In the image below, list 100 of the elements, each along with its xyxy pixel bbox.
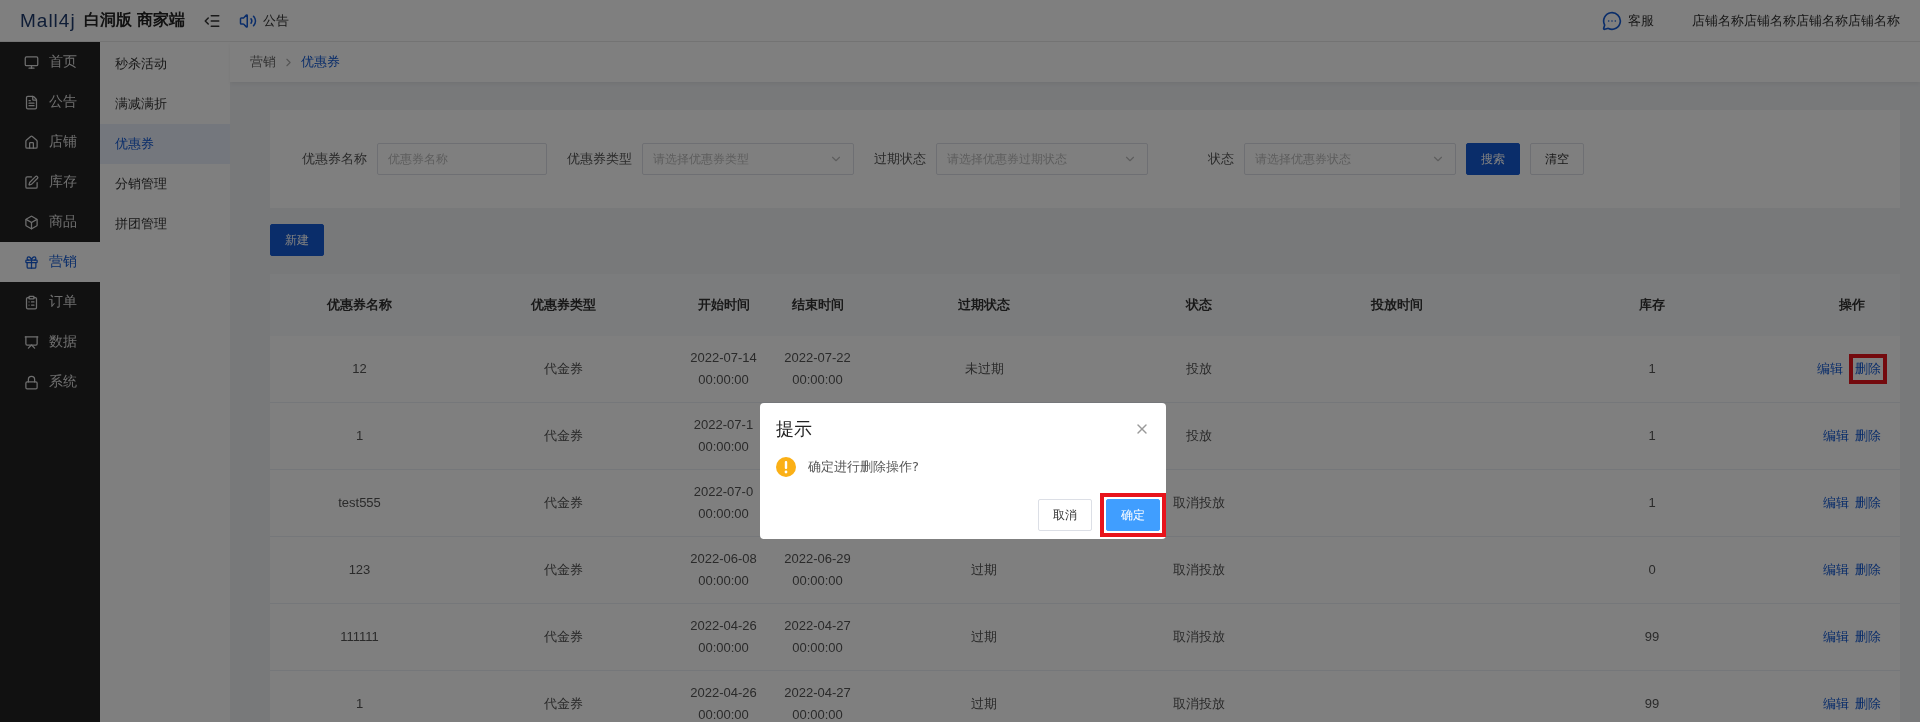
table-cell-text: 2022-04-26 00:00:00 xyxy=(689,617,758,657)
table-cell-text: 2022-07-14 00:00:00 xyxy=(689,349,758,389)
clear-button[interactable]: 清空 xyxy=(1530,143,1584,175)
edition-title: 白洞版 商家端 xyxy=(83,10,186,31)
sidebar-item[interactable]: 营销 xyxy=(0,242,100,282)
table-cell-text: 2022-06-08 00:00:00 xyxy=(689,550,758,590)
table-cell-text: 代金券 xyxy=(543,360,583,378)
submenu-item[interactable]: 满减满折 xyxy=(100,84,230,124)
table-cell-text: 1 xyxy=(1648,494,1656,512)
table-cell-text: 0 xyxy=(1648,561,1656,579)
table-cell-text: 2022-07-0 00:00:00 xyxy=(692,483,755,523)
edit-link[interactable]: 编辑 xyxy=(1823,695,1849,713)
delete-link[interactable]: 删除 xyxy=(1855,494,1881,512)
table-cell-text: 取消投放 xyxy=(1172,628,1225,646)
column-header: 优惠券名称 xyxy=(325,296,393,314)
table-cell-text: 2022-07-1 00:00:00 xyxy=(692,416,755,456)
sidebar-item[interactable]: 库存 xyxy=(0,162,100,202)
breadcrumb-item[interactable]: 优惠券 xyxy=(301,53,340,71)
table-cell-text: 2022-06-29 00:00:00 xyxy=(783,550,852,590)
filter-label: 状态 xyxy=(1208,150,1234,168)
sidebar-label: 公告 xyxy=(49,93,77,111)
table-cell-text: 过期 xyxy=(971,561,997,579)
column-header: 投放时间 xyxy=(1369,296,1424,314)
filter-label: 优惠券名称 xyxy=(302,150,367,168)
edit-link[interactable]: 编辑 xyxy=(1823,494,1849,512)
edit-link[interactable]: 编辑 xyxy=(1823,427,1849,445)
delete-link[interactable]: 删除 xyxy=(1855,695,1881,713)
dialog-title: 提示 xyxy=(776,417,812,441)
table-cell-text: 2022-04-27 00:00:00 xyxy=(783,684,852,722)
filter-label: 优惠券类型 xyxy=(567,150,632,168)
table-cell-text: 99 xyxy=(1644,695,1660,713)
table-cell-text: 12 xyxy=(352,360,367,378)
table-cell-text: 1 xyxy=(355,695,364,713)
delete-link[interactable]: 删除 xyxy=(1855,427,1881,445)
table-cell-text: 取消投放 xyxy=(1172,695,1225,713)
table-cell-text: 111111 xyxy=(340,628,379,646)
table-cell-text: 99 xyxy=(1644,628,1660,646)
table-cell-text: 取消投放 xyxy=(1172,494,1225,512)
table-cell-text: 取消投放 xyxy=(1172,561,1225,579)
submenu-item[interactable]: 分销管理 xyxy=(100,164,230,204)
table-cell-text: 2022-04-27 00:00:00 xyxy=(783,617,852,657)
submenu-item[interactable]: 拼团管理 xyxy=(100,204,230,244)
sidebar-label: 数据 xyxy=(49,333,77,351)
sidebar-item[interactable]: 订单 xyxy=(0,282,100,322)
sidebar-item[interactable]: 系统 xyxy=(0,362,100,402)
sidebar-label: 首页 xyxy=(49,53,77,71)
cancel-button[interactable]: 取消 xyxy=(1038,499,1092,531)
sidebar-label: 营销 xyxy=(49,253,77,271)
table-cell-text: 过期 xyxy=(971,695,997,713)
logo: Mall4j xyxy=(20,9,76,32)
store-name[interactable]: 店铺名称店铺名称店铺名称店铺名称 xyxy=(1692,11,1900,30)
sidebar-label: 商品 xyxy=(49,213,77,231)
column-header: 开始时间 xyxy=(696,296,751,314)
table-cell-text: 投放 xyxy=(1185,360,1212,378)
delete-link[interactable]: 删除 xyxy=(1855,360,1881,378)
delete-link[interactable]: 删除 xyxy=(1855,628,1881,646)
table-cell-text: 1 xyxy=(355,427,364,445)
filter-label: 过期状态 xyxy=(874,150,926,168)
delete-link[interactable]: 删除 xyxy=(1855,561,1881,579)
sidebar-label: 店铺 xyxy=(49,133,77,151)
table-cell-text: 2022-07-22 00:00:00 xyxy=(783,349,852,389)
table-cell-text: 投放 xyxy=(1185,427,1212,445)
table-cell-text: 代金券 xyxy=(543,695,583,713)
table-cell-text: 1 xyxy=(1648,360,1656,378)
table-cell-text: 代金券 xyxy=(543,561,583,579)
sidebar-item[interactable]: 公告 xyxy=(0,82,100,122)
sidebar-label: 系统 xyxy=(49,373,77,391)
edit-link[interactable]: 编辑 xyxy=(1823,561,1849,579)
column-header: 优惠券类型 xyxy=(529,296,597,314)
column-header: 状态 xyxy=(1184,296,1213,314)
table-cell-text: 代金券 xyxy=(543,427,583,445)
column-header: 结束时间 xyxy=(790,296,845,314)
column-header: 库存 xyxy=(1638,296,1666,314)
table-cell-text: 1 xyxy=(1648,427,1656,445)
confirm-button[interactable]: 确定 xyxy=(1106,499,1160,531)
edit-link[interactable]: 编辑 xyxy=(1823,628,1849,646)
sidebar-item[interactable]: 商品 xyxy=(0,202,100,242)
submenu-item[interactable]: 秒杀活动 xyxy=(100,44,230,84)
new-button[interactable]: 新建 xyxy=(270,224,324,256)
table-cell-text: 代金券 xyxy=(543,494,583,512)
sidebar-item[interactable]: 店铺 xyxy=(0,122,100,162)
table-cell-text: test555 xyxy=(338,494,381,512)
table-cell-text: 代金券 xyxy=(543,628,583,646)
edit-link[interactable]: 编辑 xyxy=(1817,360,1843,378)
breadcrumb-item[interactable]: 营销 xyxy=(250,53,276,71)
table-cell-text: 过期 xyxy=(971,628,997,646)
table-cell-text: 未过期 xyxy=(964,360,1004,378)
sidebar-item[interactable]: 数据 xyxy=(0,322,100,362)
search-button[interactable]: 搜索 xyxy=(1466,143,1520,175)
sidebar-item[interactable]: 首页 xyxy=(0,42,100,82)
service-link[interactable]: 客服 xyxy=(1628,11,1654,30)
submenu-item[interactable]: 优惠券 xyxy=(100,124,230,164)
dialog-message: 确定进行删除操作? xyxy=(808,458,919,476)
column-header: 操作 xyxy=(1838,296,1866,314)
table-cell-text: 123 xyxy=(348,561,371,579)
notice-link[interactable]: 公告 xyxy=(263,11,290,30)
table-cell-text: 2022-04-26 00:00:00 xyxy=(689,684,758,722)
column-header: 过期状态 xyxy=(957,296,1011,314)
sidebar-label: 订单 xyxy=(49,293,77,311)
sidebar-label: 库存 xyxy=(49,173,77,191)
